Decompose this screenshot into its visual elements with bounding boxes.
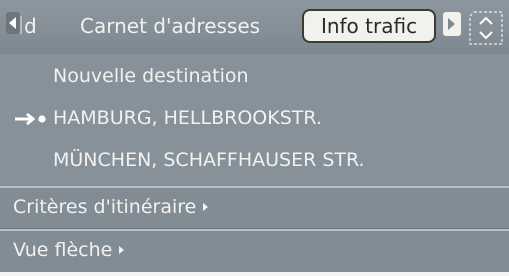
chevron-right-icon (203, 203, 209, 211)
destination-label: MÜNCHEN, SCHAFFHAUSER STR. (53, 149, 365, 171)
list-item[interactable]: HAMBURG, HELLBROOKSTR. (0, 100, 509, 136)
list-item[interactable]: Nouvelle destination (0, 58, 509, 94)
triangle-right-icon (448, 18, 455, 30)
destination-list: Nouvelle destination HAMBURG, HELLBROOKS… (0, 54, 509, 184)
screen-frame (0, 272, 509, 276)
triangle-left-icon (9, 17, 16, 29)
arrow-view-label: Vue flèche (13, 239, 125, 261)
current-destination-arrow-icon (15, 112, 46, 126)
route-criteria-item[interactable]: Critères d'itinéraire (0, 188, 509, 228)
tab-bar: d Carnet d'adresses Info trafic (0, 0, 509, 54)
chevron-right-icon (119, 246, 125, 254)
navigation-screen: d Carnet d'adresses Info trafic Nouvelle… (0, 0, 509, 276)
destination-label: HAMBURG, HELLBROOKSTR. (53, 107, 322, 129)
route-criteria-label: Critères d'itinéraire (13, 196, 209, 218)
list-item[interactable]: MÜNCHEN, SCHAFFHAUSER STR. (0, 142, 509, 178)
arrow-view-item[interactable]: Vue flèche (0, 231, 509, 271)
scroll-indicator-icon (469, 11, 503, 45)
scroll-left-arrow-icon[interactable] (6, 12, 20, 34)
tab-separator (20, 16, 22, 34)
new-destination-label: Nouvelle destination (53, 65, 249, 87)
scroll-right-arrow-icon[interactable] (443, 12, 461, 36)
tab-address-book[interactable]: Carnet d'adresses (80, 14, 260, 38)
tab-previous[interactable]: d (24, 14, 37, 38)
tab-traffic-info[interactable]: Info trafic (302, 9, 436, 43)
